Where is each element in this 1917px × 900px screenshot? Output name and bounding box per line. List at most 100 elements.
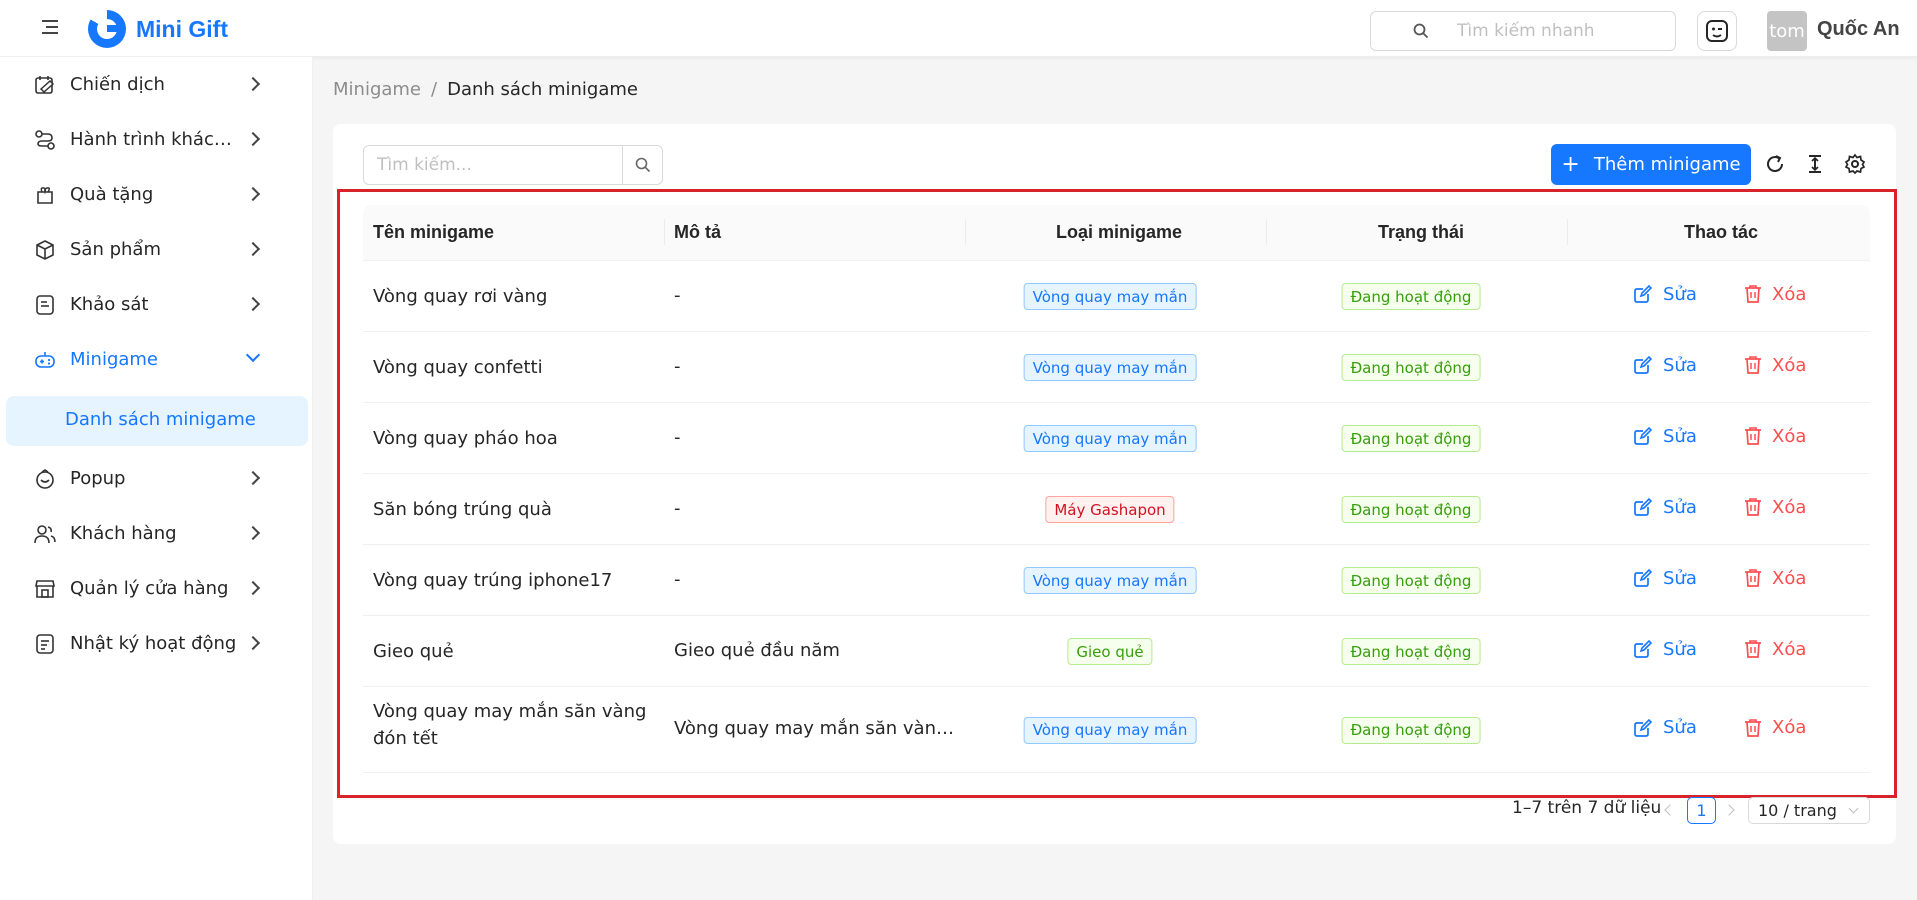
- table-search-box[interactable]: [363, 145, 663, 185]
- delete-label: Xóa: [1772, 354, 1807, 376]
- pagination-prev-icon[interactable]: [1659, 801, 1677, 819]
- gift-icon: [37, 187, 53, 204]
- sidebar-item-products[interactable]: Sản phẩm: [0, 222, 313, 277]
- delete-label: Xóa: [1772, 425, 1807, 447]
- sidebar-item-label: Chiến dịch: [70, 74, 165, 95]
- sidebar-item-store-management[interactable]: Quản lý cửa hàng: [0, 561, 313, 616]
- breadcrumb: Minigame / Danh sách minigame: [333, 79, 638, 100]
- edit-label: Sửa: [1663, 425, 1697, 447]
- sidebar-item-label: Khảo sát: [70, 294, 149, 315]
- sidebar-item-campaigns[interactable]: Chiến dịch: [0, 57, 313, 112]
- avatar-text: tom: [1769, 20, 1805, 42]
- quick-search-box[interactable]: [1370, 11, 1676, 51]
- quick-search-input[interactable]: [1457, 21, 1657, 41]
- edit-button[interactable]: Sửa: [1633, 355, 1697, 376]
- row-description: Vòng quay may mắn săn vàng đó...: [674, 718, 964, 739]
- trash-icon: [1745, 640, 1761, 658]
- edit-button[interactable]: Sửa: [1633, 639, 1697, 660]
- sidebar-item-label: Sản phẩm: [70, 239, 161, 260]
- trash-icon: [1745, 356, 1761, 374]
- trash-icon: [1745, 285, 1761, 303]
- delete-button[interactable]: Xóa: [1744, 426, 1806, 447]
- row-name: Gieo quẻ: [373, 641, 454, 662]
- sidebar-item-customer-journey[interactable]: Hành trình khách hàng: [0, 112, 313, 167]
- status-badge: Đang hoạt động: [1341, 638, 1481, 665]
- edit-button[interactable]: Sửa: [1633, 426, 1697, 447]
- table-search-button[interactable]: [622, 146, 662, 184]
- row-description: -: [674, 497, 681, 519]
- app-logo[interactable]: Mini Gift: [88, 10, 228, 48]
- row-name: Vòng quay trúng iphone17: [373, 570, 613, 591]
- delete-label: Xóa: [1772, 496, 1807, 518]
- chevron-right-icon: [245, 470, 261, 486]
- type-tag: Vòng quay may mắn: [1023, 354, 1197, 381]
- delete-button[interactable]: Xóa: [1744, 717, 1806, 738]
- header-divider: [664, 219, 665, 245]
- table-header: Tên minigame Mô tả Loại minigame Trạng t…: [363, 205, 1870, 261]
- edit-button[interactable]: Sửa: [1633, 497, 1697, 518]
- table-search-input[interactable]: [364, 146, 623, 184]
- breadcrumb-parent-link[interactable]: Minigame: [333, 79, 421, 100]
- pagination-next-icon[interactable]: [1721, 801, 1739, 819]
- header-name: Tên minigame: [373, 222, 495, 242]
- plus-icon: +: [1561, 151, 1580, 177]
- user-name[interactable]: Quốc An: [1817, 18, 1900, 41]
- row-density-icon[interactable]: [1804, 153, 1826, 175]
- delete-button[interactable]: Xóa: [1744, 639, 1806, 660]
- sidebar-item-label: Hành trình khách hàng: [70, 129, 242, 150]
- sidebar-subitem-label: Danh sách minigame: [65, 409, 256, 430]
- sidebar-item-activity-log[interactable]: Nhật ký hoạt động: [0, 616, 313, 671]
- log-icon: [36, 634, 54, 654]
- sidebar-item-gifts[interactable]: Quà tặng: [0, 167, 313, 222]
- header-divider: [965, 219, 966, 245]
- survey-icon: [36, 295, 54, 315]
- delete-button[interactable]: Xóa: [1744, 284, 1806, 305]
- chevron-right-icon: [245, 580, 261, 596]
- header-divider: [1266, 219, 1267, 245]
- sidebar-item-minigame[interactable]: Minigame: [0, 332, 313, 387]
- status-badge: Đang hoạt động: [1341, 283, 1481, 310]
- assistant-button[interactable]: [1697, 11, 1737, 51]
- pagination-page-1[interactable]: 1: [1687, 797, 1716, 824]
- row-description: Gieo quẻ đầu năm: [674, 639, 840, 661]
- sidebar-item-surveys[interactable]: Khảo sát: [0, 277, 313, 332]
- add-minigame-button[interactable]: + Thêm minigame: [1551, 144, 1751, 185]
- avatar[interactable]: tom: [1767, 11, 1807, 51]
- sidebar-subitem-minigame-list[interactable]: Danh sách minigame: [6, 396, 308, 446]
- sidebar-item-label: Minigame: [70, 349, 159, 370]
- customers-icon: [34, 525, 56, 544]
- store-icon: [35, 580, 55, 598]
- delete-button[interactable]: Xóa: [1744, 355, 1806, 376]
- trash-icon: [1745, 498, 1761, 516]
- table-row: Vòng quay trúng iphone17 - Vòng quay may m…: [363, 545, 1870, 616]
- row-name: Vòng quay rơi vàng: [373, 286, 548, 307]
- table-row: Săn bóng trúng quà - Máy Gashapon Đang hoạt…: [363, 474, 1870, 545]
- row-name: Săn bóng trúng quà: [373, 499, 552, 520]
- header-actions: Thao tác: [1684, 222, 1759, 242]
- edit-button[interactable]: Sửa: [1633, 568, 1697, 589]
- chevron-right-icon: [245, 241, 261, 257]
- sidebar-item-popup[interactable]: Popup: [0, 451, 313, 506]
- sidebar-item-label: Quản lý cửa hàng: [70, 578, 229, 599]
- edit-button[interactable]: Sửa: [1633, 284, 1697, 305]
- app-header: Mini Gift tom Quốc An: [0, 0, 1917, 57]
- status-badge: Đang hoạt động: [1341, 425, 1481, 452]
- type-tag: Vòng quay may mắn: [1023, 567, 1197, 594]
- delete-label: Xóa: [1772, 567, 1807, 589]
- sidebar-item-label: Quà tặng: [70, 184, 154, 205]
- row-name: Vòng quay pháo hoa: [373, 428, 558, 449]
- sidebar-item-customers[interactable]: Khách hàng: [0, 506, 313, 561]
- edit-icon: [1634, 284, 1653, 303]
- logo-mark-icon: [88, 10, 126, 48]
- status-badge: Đang hoạt động: [1341, 567, 1481, 594]
- bot-icon: [1706, 20, 1728, 42]
- delete-button[interactable]: Xóa: [1744, 497, 1806, 518]
- delete-button[interactable]: Xóa: [1744, 568, 1806, 589]
- refresh-icon[interactable]: [1764, 153, 1786, 175]
- menu-toggle-icon[interactable]: [38, 20, 60, 38]
- edit-button[interactable]: Sửa: [1633, 717, 1697, 738]
- page-size-select[interactable]: 10 / trang: [1748, 797, 1870, 824]
- settings-gear-icon[interactable]: [1844, 153, 1866, 175]
- sidebar-item-label: Khách hàng: [70, 523, 177, 544]
- trash-icon: [1745, 718, 1761, 737]
